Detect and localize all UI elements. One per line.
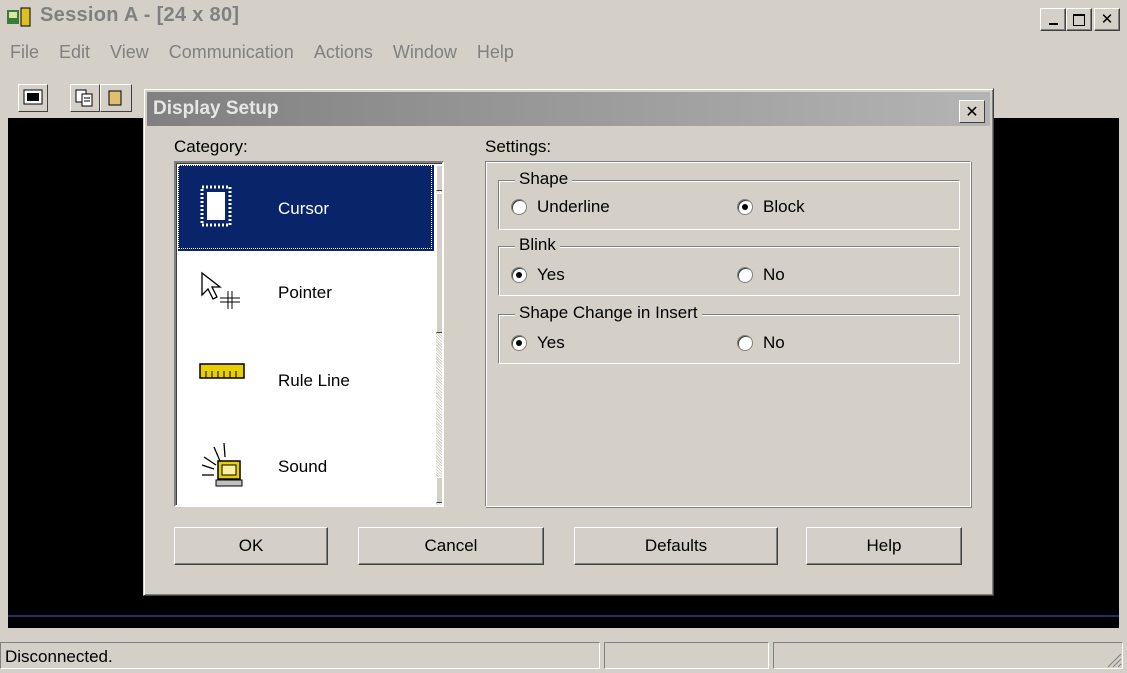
radio-label: Underline [537,197,610,217]
menu-window[interactable]: Window [383,38,467,68]
copy-icon [75,89,95,107]
monitor-icon [23,89,43,107]
scroll-up-button[interactable]: ▲ [436,165,444,191]
menu-bar: File Edit View Communication Actions Win… [0,38,1127,68]
menu-edit[interactable]: Edit [49,38,100,68]
shape-block-radio[interactable]: Block [737,197,805,217]
settings-panel: Shape Underline Block Blink Yes No [485,161,971,507]
radio-circle [511,267,527,283]
display-setup-dialog: Display Setup ✕ Category: Settings: Curs… [143,88,994,596]
blink-no-radio[interactable]: No [737,265,785,285]
radio-label: No [763,333,785,353]
settings-label: Settings: [485,137,551,157]
paste-button[interactable] [100,84,132,112]
radio-circle [737,335,753,351]
shape-change-no-radio[interactable]: No [737,333,785,353]
category-label-rule-line: Rule Line [278,371,350,391]
shape-change-group-label: Shape Change in Insert [515,303,702,323]
maximize-button[interactable] [1066,8,1092,31]
status-cell-3 [773,642,1123,669]
resize-grip-icon[interactable] [1104,650,1122,673]
dialog-title-bar[interactable]: Display Setup ✕ [147,92,990,126]
category-item-sound[interactable]: Sound [178,423,434,507]
radio-label: Yes [537,265,565,285]
terminal-divider [8,615,1119,617]
menu-communication[interactable]: Communication [159,38,304,68]
category-item-pointer[interactable]: Pointer [178,251,434,337]
category-list[interactable]: Cursor Pointer [174,161,444,507]
ok-button[interactable]: OK [174,527,328,565]
cancel-button[interactable]: Cancel [358,527,544,565]
shape-change-yes-radio[interactable]: Yes [511,333,565,353]
copy-button[interactable] [70,84,100,112]
connection-status: Disconnected. [0,642,600,669]
category-label-sound: Sound [278,457,327,477]
paste-icon [107,89,125,107]
category-label-pointer: Pointer [278,283,332,303]
radio-circle [511,199,527,215]
menu-view[interactable]: View [100,38,159,68]
minimize-button[interactable] [1040,8,1066,31]
shape-underline-radio[interactable]: Underline [511,197,610,217]
category-scrollbar[interactable]: ▲ ▼ [436,165,444,505]
defaults-button[interactable]: Defaults [574,527,778,565]
ruler-icon [198,359,248,403]
radio-circle [511,335,527,351]
focus-rect [178,165,432,249]
help-button[interactable]: Help [806,527,962,565]
shape-group-label: Shape [515,169,572,189]
window-title: Session A - [24 x 80] [40,4,239,27]
app-icon [6,6,32,28]
close-icon: ✕ [1101,12,1114,27]
shape-group: Shape Underline Block [498,180,960,230]
dialog-close-button[interactable]: ✕ [959,100,985,123]
close-button[interactable]: ✕ [1094,8,1120,31]
radio-circle [737,199,753,215]
menu-help[interactable]: Help [467,38,524,68]
blink-group: Blink Yes No [498,246,960,296]
close-icon: ✕ [965,102,978,122]
radio-label: Block [763,197,805,217]
maximize-icon [1073,14,1085,26]
category-label: Category: [174,137,248,157]
radio-label: No [763,265,785,285]
blink-group-label: Blink [515,235,560,255]
status-cell-2 [604,642,769,669]
scroll-thumb[interactable] [436,193,444,333]
minimize-icon [1049,23,1058,25]
shape-change-group: Shape Change in Insert Yes No [498,314,960,364]
window-title-bar[interactable]: Session A - [24 x 80] ✕ [0,0,1127,34]
scroll-down-button[interactable]: ▼ [436,477,444,503]
sound-icon [198,441,248,485]
display-session-button[interactable] [18,84,48,112]
category-item-cursor[interactable]: Cursor [178,165,434,251]
radio-label: Yes [537,333,565,353]
menu-actions[interactable]: Actions [304,38,383,68]
pointer-icon [198,269,248,313]
category-item-rule-line[interactable]: Rule Line [178,337,434,423]
dialog-title: Display Setup [153,98,279,120]
menu-file[interactable]: File [0,38,49,68]
radio-circle [737,267,753,283]
blink-yes-radio[interactable]: Yes [511,265,565,285]
